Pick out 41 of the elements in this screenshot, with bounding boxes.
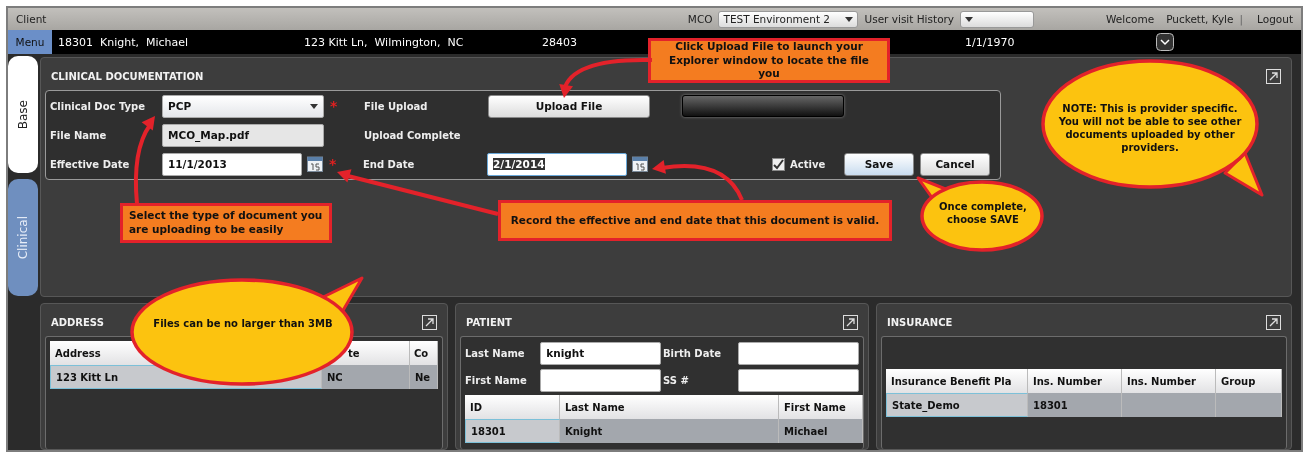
upload-status: Upload Complete — [364, 129, 462, 141]
field-label: Last Name — [465, 347, 526, 359]
callout-box: Record the effective and end date that this document is valid. — [498, 200, 892, 241]
welcome-text: Welcome — [1106, 13, 1155, 25]
table-cell: 18301 — [1028, 393, 1122, 417]
user-name: Puckett, Kyle — [1166, 13, 1234, 25]
field-label: File Name — [50, 129, 108, 141]
field-label: End Date — [363, 158, 416, 170]
panel-title: ADDRESS — [51, 316, 104, 328]
callout-box: Click Upload File to launch your Explorer window to locate the file you — [648, 38, 890, 83]
table-cell: Knight — [560, 419, 779, 443]
table-cell: Michael — [779, 419, 863, 443]
callout-text: Files can be no larger than 3MB — [152, 317, 334, 330]
callout-text: NOTE: This is provider specific. You will not be able to see other documents uploaded by other providers. — [1057, 102, 1243, 154]
app-title: Client — [16, 13, 47, 25]
callout-text: Once complete, choose SAVE — [938, 200, 1028, 226]
table-cell: Ne — [410, 365, 438, 389]
history-label: User visit History — [864, 13, 955, 25]
callout-box: Select the type of document you are uploading to be easily — [120, 203, 332, 243]
separator: | — [1239, 13, 1244, 25]
field-label: Birth Date — [663, 347, 722, 359]
patient-zip: 28403 — [542, 35, 577, 49]
panel-title: CLINICAL DOCUMENTATION — [51, 70, 204, 82]
patient-address: 123 Kitt Ln, Wilmington, NC — [304, 35, 465, 49]
field-label: First Name — [465, 374, 528, 386]
field-label: SS # — [663, 374, 690, 386]
mco-label: MCO — [687, 13, 713, 25]
patient-name: 18301 Knight, Michael — [58, 35, 190, 49]
panel-title: PATIENT — [466, 316, 512, 328]
file-name-field: MCO_Map.pdf — [162, 123, 324, 147]
table-cell: NC — [322, 365, 410, 389]
birth-date: 1/1/1970 — [965, 35, 1015, 49]
field-label: File Upload — [364, 100, 429, 112]
checkbox-label: Active — [790, 158, 827, 170]
field-label: Effective Date — [50, 158, 131, 170]
required-mark: * — [330, 98, 338, 114]
table-cell: State_Demo — [886, 393, 1028, 417]
panel-title: INSURANCE — [887, 316, 953, 328]
field-label: Clinical Doc Type — [50, 100, 146, 112]
required-mark: * — [329, 156, 337, 172]
table-cell: 18301 — [465, 419, 560, 443]
